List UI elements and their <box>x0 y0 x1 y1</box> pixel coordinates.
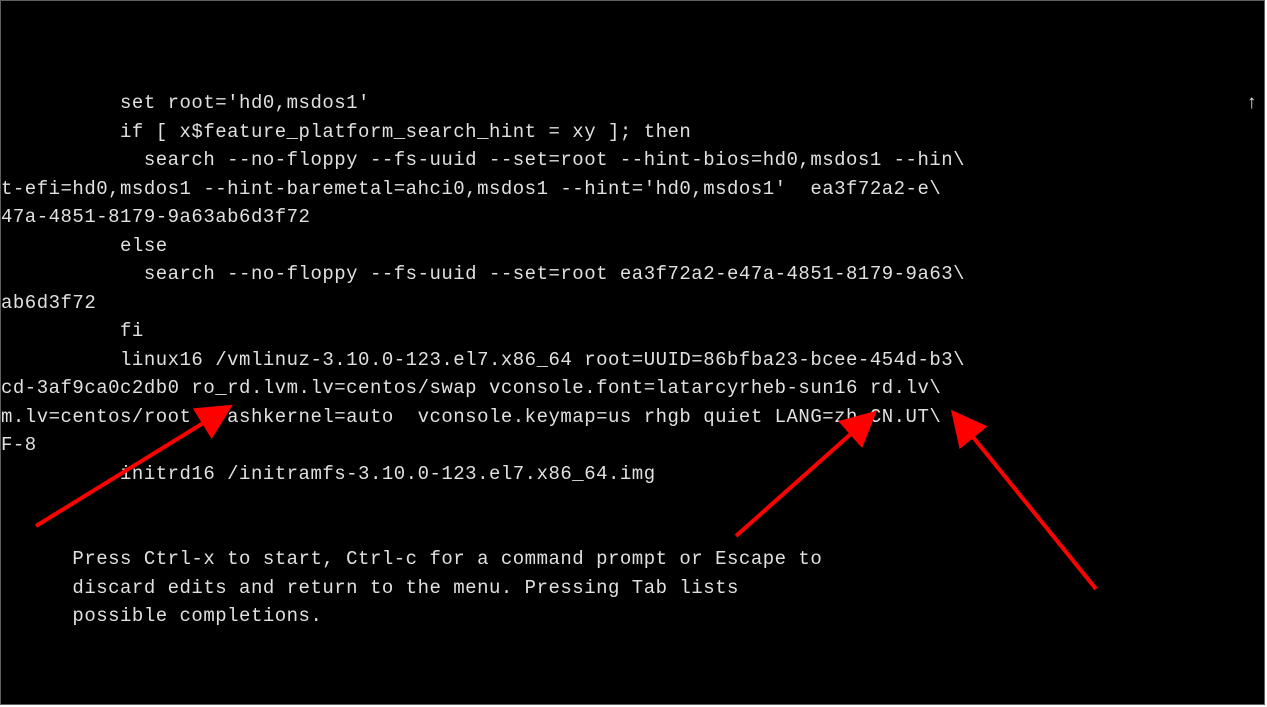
grub-config-text: set root='hd0,msdos1' if [ x$feature_pla… <box>1 89 965 631</box>
arrow-quiet <box>956 416 1096 589</box>
scroll-up-indicator: ↑ <box>1246 89 1258 118</box>
grub-editor-terminal[interactable]: set root='hd0,msdos1' if [ x$feature_pla… <box>0 0 1265 705</box>
